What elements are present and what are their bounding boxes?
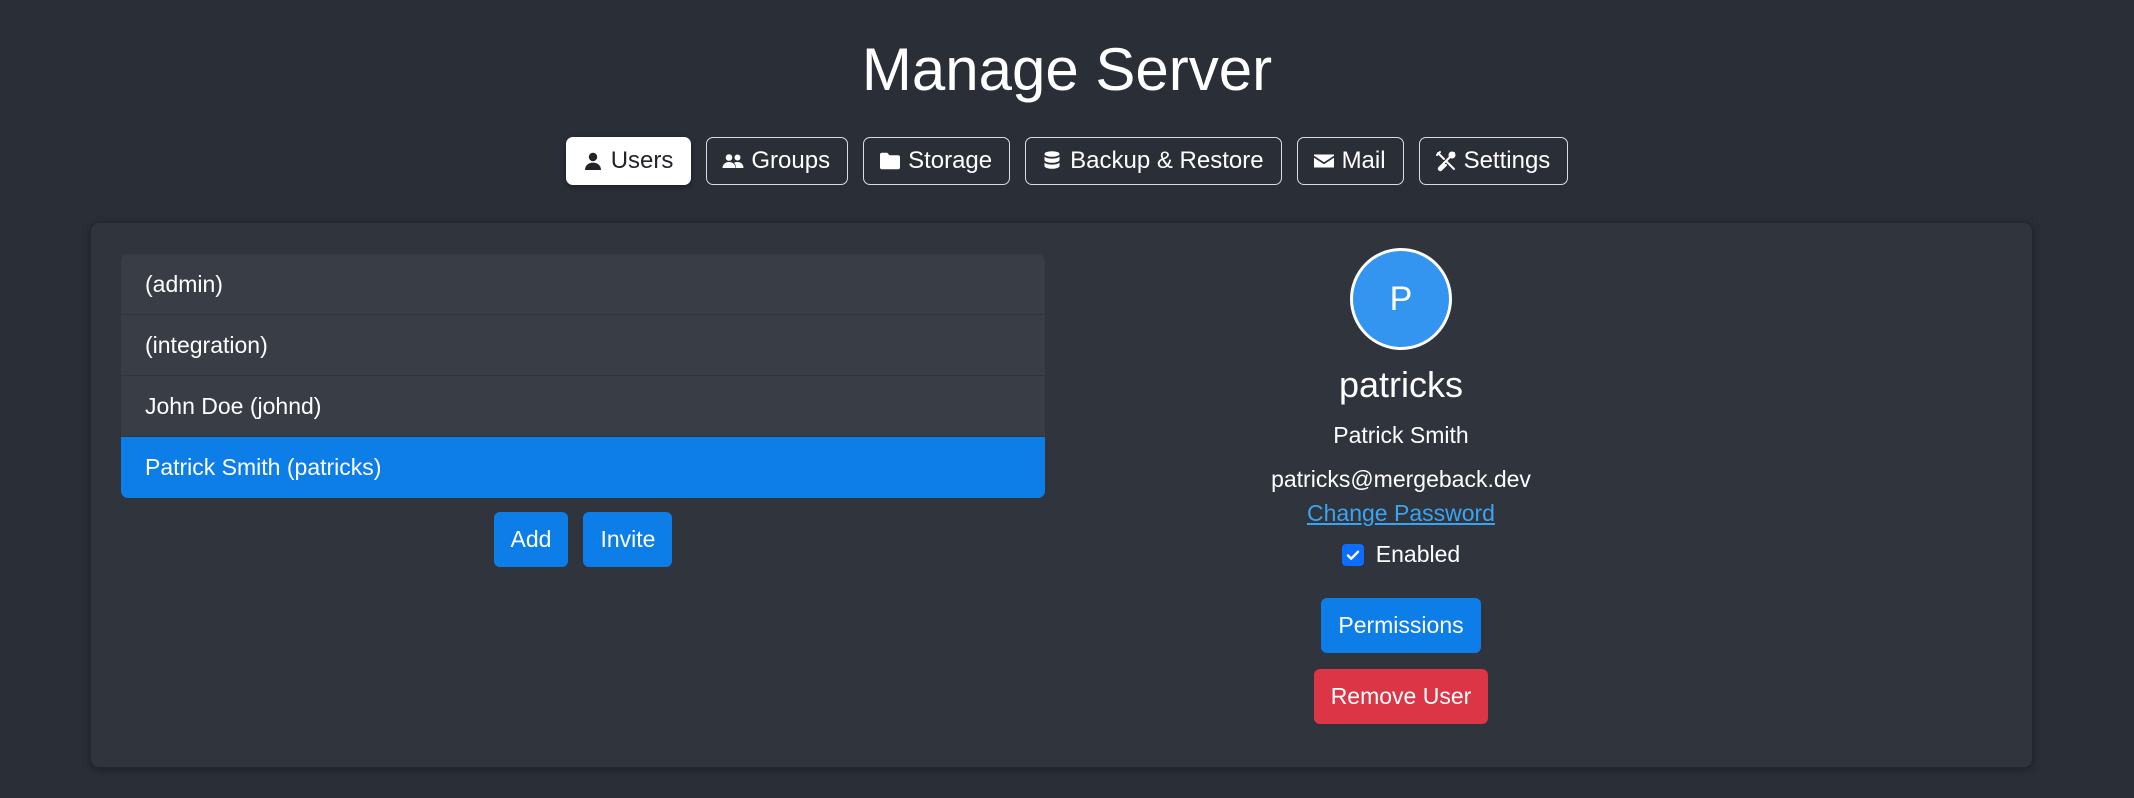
list-item[interactable]: John Doe (johnd) bbox=[121, 376, 1045, 437]
check-icon bbox=[1346, 550, 1359, 560]
enabled-label: Enabled bbox=[1375, 541, 1461, 567]
tab-label: Storage bbox=[908, 147, 993, 174]
permissions-button[interactable]: Permissions bbox=[1321, 598, 1481, 653]
change-password-link[interactable]: Change Password bbox=[1307, 498, 1495, 528]
tab-users[interactable]: Users bbox=[565, 137, 692, 185]
enabled-checkbox[interactable] bbox=[1341, 543, 1364, 566]
remove-user-button[interactable]: Remove User bbox=[1313, 669, 1489, 724]
tab-label: Users bbox=[610, 147, 674, 174]
envelope-icon bbox=[1313, 154, 1334, 168]
database-icon bbox=[1044, 151, 1060, 169]
tab-groups[interactable]: Groups bbox=[706, 137, 849, 185]
user-list: (admin) (integration) John Doe (johnd) P… bbox=[121, 254, 1045, 498]
user-icon bbox=[584, 152, 601, 170]
list-item[interactable]: (admin) bbox=[121, 254, 1045, 315]
add-user-button[interactable]: Add bbox=[493, 512, 569, 567]
tab-label: Groups bbox=[751, 147, 831, 174]
tab-storage[interactable]: Storage bbox=[863, 137, 1011, 185]
tab-label: Settings bbox=[1463, 147, 1551, 174]
list-item[interactable]: (integration) bbox=[121, 315, 1045, 376]
tab-settings[interactable]: Settings bbox=[1418, 137, 1569, 185]
tab-mail[interactable]: Mail bbox=[1296, 137, 1404, 185]
page-title: Manage Server bbox=[861, 36, 1273, 103]
users-icon bbox=[722, 154, 744, 168]
tab-label: Backup & Restore bbox=[1070, 147, 1264, 174]
tab-label: Mail bbox=[1341, 147, 1386, 174]
folder-icon bbox=[880, 152, 901, 170]
list-actions: Add Invite bbox=[121, 512, 1045, 567]
full-name: Patrick Smith bbox=[1333, 422, 1469, 448]
user-details: P patricks Patrick Smith patricks@mergeb… bbox=[1222, 248, 1580, 724]
email: patricks@mergeback.dev bbox=[1271, 466, 1531, 492]
username: patricks bbox=[1338, 364, 1464, 405]
tab-bar: Users Groups Storage Backup & Restore Ma… bbox=[0, 137, 2134, 185]
enabled-row: Enabled bbox=[1341, 541, 1461, 568]
tab-backup-restore[interactable]: Backup & Restore bbox=[1025, 137, 1282, 185]
tools-icon bbox=[1435, 151, 1456, 172]
invite-user-button[interactable]: Invite bbox=[583, 512, 673, 567]
users-panel: (admin) (integration) John Doe (johnd) P… bbox=[90, 222, 2033, 768]
avatar: P bbox=[1350, 248, 1452, 350]
list-item-selected[interactable]: Patrick Smith (patricks) bbox=[121, 437, 1045, 498]
